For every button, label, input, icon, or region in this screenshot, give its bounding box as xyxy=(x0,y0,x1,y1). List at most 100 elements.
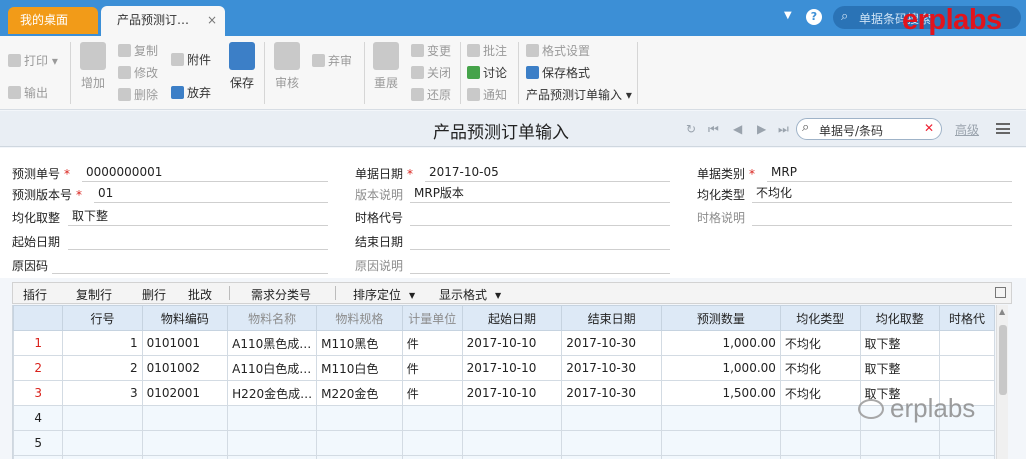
cell-line[interactable]: 2 xyxy=(62,355,143,381)
cell-qty[interactable]: 1,000.00 xyxy=(660,330,781,356)
forecast-no-field[interactable]: 0000000001 xyxy=(82,164,328,182)
last-record-icon[interactable]: ⏭ xyxy=(778,122,789,137)
end-date-field[interactable] xyxy=(410,232,670,250)
cell-name[interactable]: A110白色成… xyxy=(227,355,318,381)
format-select[interactable]: 产品预测订单输入 ▾ xyxy=(526,86,632,103)
menu-icon[interactable] xyxy=(996,123,1010,134)
col-header-end[interactable]: 结束日期 xyxy=(561,305,662,331)
col-header-start[interactable]: 起始日期 xyxy=(461,305,563,331)
col-header-code[interactable]: 物料编码 xyxy=(141,305,229,331)
cell-time-code[interactable] xyxy=(939,330,995,356)
cell-even-type[interactable]: 不均化 xyxy=(779,330,861,356)
save-format-button[interactable]: 保存格式 xyxy=(526,64,590,81)
help-icon[interactable]: ? xyxy=(806,9,822,25)
cell-start[interactable]: 2017-10-10 xyxy=(461,355,563,381)
review-button[interactable]: 审核 xyxy=(272,42,302,91)
scroll-up-icon[interactable]: ▲ xyxy=(999,307,1005,316)
start-date-field[interactable] xyxy=(68,232,328,250)
table-row[interactable]: 3 3 0102001 H220金色成… M220金色 件 2017-10-10… xyxy=(13,380,995,406)
time-desc-field[interactable] xyxy=(752,208,1012,226)
version-desc-field[interactable]: MRP版本 xyxy=(410,185,670,203)
chevron-down-icon[interactable]: ▼ xyxy=(784,10,792,21)
batch-edit-button[interactable]: 批改 xyxy=(188,286,212,303)
prev-record-icon[interactable]: ◀ xyxy=(733,122,742,136)
col-header-even-round[interactable]: 均化取整 xyxy=(859,305,941,331)
cell-even-type[interactable]: 不均化 xyxy=(779,355,861,381)
copy-button[interactable]: 复制 xyxy=(118,42,158,59)
cell-code[interactable]: 0101001 xyxy=(141,330,229,356)
advanced-search-link[interactable]: 高级 xyxy=(955,121,979,138)
cell-end[interactable]: 2017-10-30 xyxy=(561,330,662,356)
reason-desc-field[interactable] xyxy=(410,256,670,274)
demand-class-button[interactable]: 需求分类号 xyxy=(251,286,311,303)
cell-spec[interactable]: M220金色 xyxy=(316,380,403,406)
cell-qty[interactable]: 1,000.00 xyxy=(660,355,781,381)
table-row[interactable]: 2 2 0101002 A110白色成… M110白色 件 2017-10-10… xyxy=(13,355,995,381)
table-row-empty[interactable]: 4 xyxy=(13,405,995,431)
tab-forecast-order[interactable]: 产品预测订… × xyxy=(101,6,225,36)
discuss-button[interactable]: 讨论 xyxy=(467,64,507,81)
table-row-empty[interactable]: 6 xyxy=(13,455,995,459)
cell-start[interactable]: 2017-10-10 xyxy=(461,380,563,406)
close-icon[interactable]: × xyxy=(207,6,217,34)
scrollbar-thumb[interactable] xyxy=(999,325,1007,395)
save-button[interactable]: 保存 xyxy=(227,42,257,91)
tab-my-desktop[interactable]: 我的桌面 xyxy=(8,7,98,34)
col-header-qty[interactable]: 预测数量 xyxy=(660,305,781,331)
abandon-button[interactable]: 放弃 xyxy=(171,84,211,101)
cell-unit[interactable]: 件 xyxy=(401,380,463,406)
cell-code[interactable]: 0102001 xyxy=(141,380,229,406)
doc-type-field[interactable]: MRP xyxy=(767,164,1012,182)
restore-button[interactable]: 还原 xyxy=(411,86,451,103)
cell-start[interactable]: 2017-10-10 xyxy=(461,330,563,356)
refresh-icon[interactable]: ↻ xyxy=(686,122,696,136)
cell-unit[interactable]: 件 xyxy=(401,330,463,356)
version-no-field[interactable]: 01 xyxy=(94,185,328,203)
expand-icon[interactable] xyxy=(995,287,1006,298)
cell-end[interactable]: 2017-10-30 xyxy=(561,355,662,381)
doc-search-input[interactable]: ⌕ 单据号/条码 ✕ xyxy=(796,118,942,140)
add-button[interactable]: 增加 xyxy=(78,42,108,91)
insert-row-button[interactable]: 插行 xyxy=(23,286,47,303)
cell-end[interactable]: 2017-10-30 xyxy=(561,380,662,406)
export-button[interactable]: 输出 xyxy=(8,84,48,101)
delete-row-button[interactable]: 删行 xyxy=(142,286,166,303)
col-header-even-type[interactable]: 均化类型 xyxy=(779,305,861,331)
cell-spec[interactable]: M110白色 xyxy=(316,355,403,381)
notify-button[interactable]: 通知 xyxy=(467,86,507,103)
vertical-scrollbar[interactable]: ▲ xyxy=(996,305,1008,459)
reopen-button[interactable]: 重展 xyxy=(371,42,401,91)
cell-even-round[interactable]: 取下整 xyxy=(859,330,941,356)
col-header-line[interactable]: 行号 xyxy=(62,305,143,331)
copy-row-button[interactable]: 复制行 xyxy=(76,286,112,303)
col-header-spec[interactable]: 物料规格 xyxy=(316,305,403,331)
change-button[interactable]: 变更 xyxy=(411,42,451,59)
doc-date-field[interactable]: 2017-10-05 xyxy=(425,164,670,182)
cell-code[interactable]: 0101002 xyxy=(141,355,229,381)
cell-time-code[interactable] xyxy=(939,355,995,381)
attach-button[interactable]: 附件 xyxy=(171,51,211,68)
cell-name[interactable]: H220金色成… xyxy=(227,380,318,406)
first-record-icon[interactable]: ⏮ xyxy=(708,122,719,137)
cell-unit[interactable]: 件 xyxy=(401,355,463,381)
print-button[interactable]: 打印 ▾ xyxy=(8,52,58,69)
cell-spec[interactable]: M110黑色 xyxy=(316,330,403,356)
col-header-time-code[interactable]: 时格代 xyxy=(939,305,995,331)
sort-locate-dropdown[interactable]: 排序定位 ▼ xyxy=(353,286,415,303)
close-doc-button[interactable]: 关闭 xyxy=(411,64,451,81)
next-record-icon[interactable]: ▶ xyxy=(757,122,766,136)
cell-line[interactable]: 1 xyxy=(62,330,143,356)
modify-button[interactable]: 修改 xyxy=(118,64,158,81)
cell-name[interactable]: A110黑色成… xyxy=(227,330,318,356)
col-header-name[interactable]: 物料名称 xyxy=(227,305,318,331)
cell-even-round[interactable]: 取下整 xyxy=(859,355,941,381)
clear-icon[interactable]: ✕ xyxy=(924,121,934,135)
discard-review-button[interactable]: 弃审 xyxy=(312,52,352,69)
cell-line[interactable]: 3 xyxy=(62,380,143,406)
time-code-field[interactable] xyxy=(410,208,670,226)
table-row[interactable]: 1 1 0101001 A110黑色成… M110黑色 件 2017-10-10… xyxy=(13,330,995,356)
delete-button[interactable]: 删除 xyxy=(118,86,158,103)
cell-even-type-selected[interactable]: 不均化 xyxy=(779,380,861,406)
format-settings-button[interactable]: 格式设置 xyxy=(526,42,590,59)
col-header-unit[interactable]: 计量单位 xyxy=(401,305,463,331)
